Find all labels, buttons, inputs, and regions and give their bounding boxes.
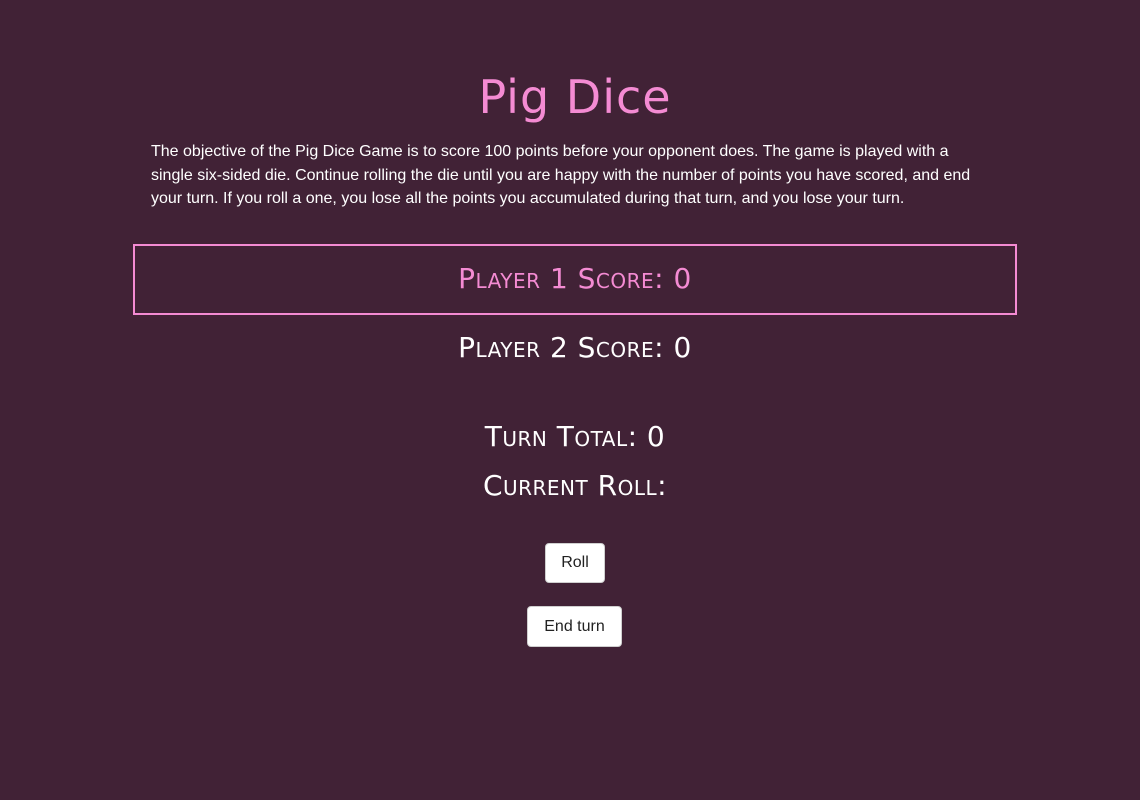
game-title: Pig Dice: [478, 70, 672, 124]
roll-button[interactable]: Roll: [545, 543, 605, 583]
game-page: Pig Dice The objective of the Pig Dice G…: [0, 0, 1140, 800]
end-turn-button[interactable]: End turn: [527, 606, 622, 647]
game-instructions: The objective of the Pig Dice Game is to…: [151, 143, 971, 207]
player-2-score: Player 2 Score: 0: [458, 331, 692, 364]
turn-total: Turn Total: 0: [484, 420, 666, 453]
current-roll: Current Roll:: [482, 469, 668, 502]
player-1-score: Player 1 Score: 0: [458, 262, 692, 295]
